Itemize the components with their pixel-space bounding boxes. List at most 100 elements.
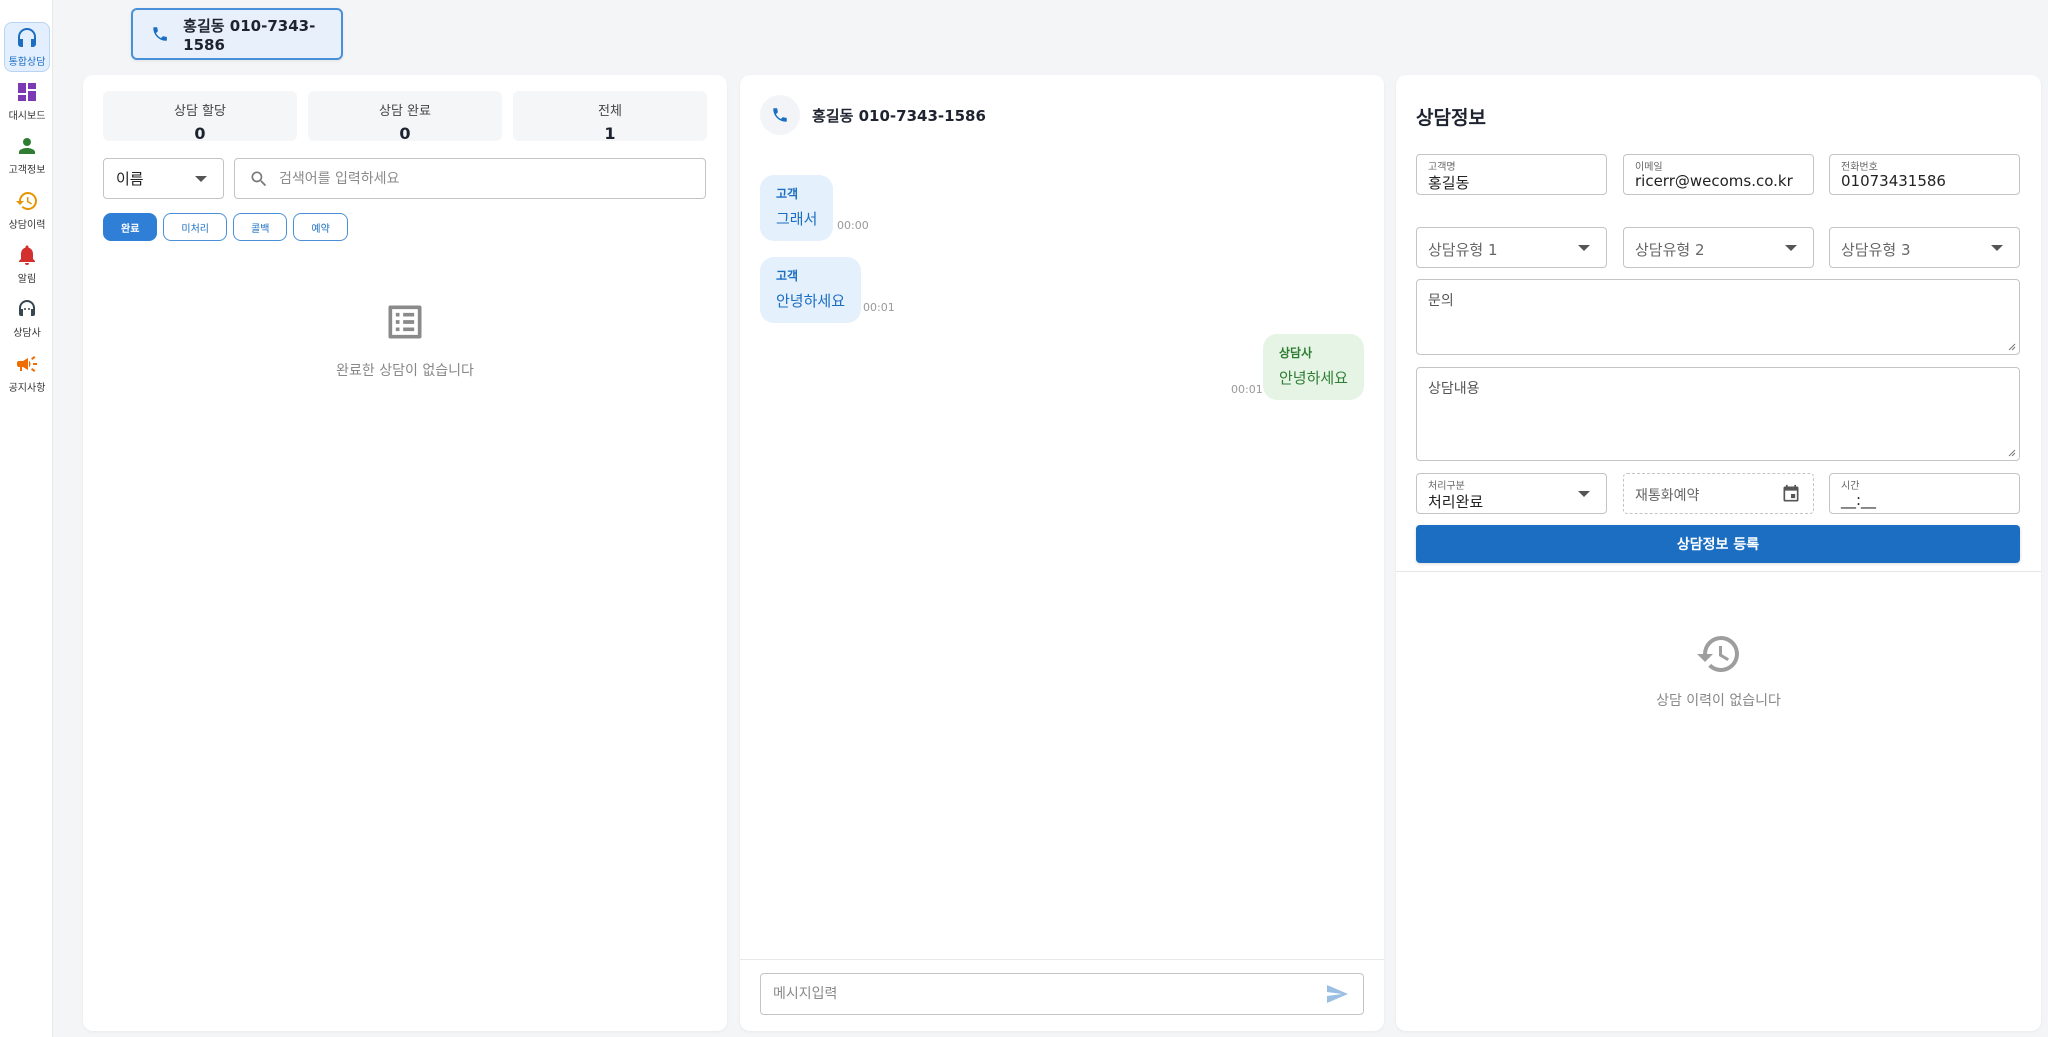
chevron-down-icon — [1785, 245, 1797, 251]
divider — [1396, 571, 2041, 572]
call-tab-label: 홍길동 010-7343-1586 — [183, 16, 316, 54]
history-icon — [1696, 636, 1739, 672]
panel-title: 상담정보 — [1416, 107, 1486, 129]
sidebar-item-consult-history[interactable]: 상담이력 — [4, 185, 50, 235]
message-text: 그래서 — [776, 210, 818, 228]
dashboard-icon — [18, 83, 36, 101]
empty-text: 완료한 상담이 없습니다 — [336, 363, 474, 379]
chat-message-incoming: 고객 그래서 — [760, 175, 834, 241]
textarea-placeholder: 문의 — [1428, 293, 1454, 309]
search-box[interactable] — [234, 158, 706, 199]
consult-type-3-select[interactable]: 상담유형 3 — [1829, 227, 2020, 268]
stat-total: 전체 1 — [513, 91, 707, 143]
headset-icon — [18, 28, 36, 47]
chevron-down-icon — [195, 176, 207, 182]
message-time: 00:01 — [1231, 383, 1263, 396]
email-field[interactable]: 이메일 ricerr@wecoms.co.kr — [1623, 154, 1814, 195]
consult-content-textarea[interactable]: 상담내용 — [1416, 367, 2020, 461]
chat-header: 홍길동 010-7343-1586 — [760, 95, 986, 135]
process-type-select[interactable]: 처리구분 처리완료 — [1416, 473, 1607, 514]
sidebar: 통합상담 대시보드 고객정보 상담이력 알림 상담사 공지사항 — [0, 0, 53, 1037]
search-field-select[interactable]: 이름 — [103, 158, 224, 199]
resize-handle-icon[interactable] — [2008, 343, 2016, 351]
filter-chip-callback[interactable]: 콜백 — [233, 213, 288, 241]
sidebar-item-label: 통합상담 — [8, 57, 46, 68]
active-call-tab[interactable]: 홍길동 010-7343-1586 — [131, 8, 343, 60]
chat-phone-badge — [760, 95, 800, 135]
chevron-down-icon — [1991, 245, 2003, 251]
filter-chip-unprocessed[interactable]: 미처리 — [163, 213, 228, 241]
consult-type-2-select[interactable]: 상담유형 2 — [1623, 227, 1814, 268]
phone-icon — [773, 108, 787, 122]
stat-value: 1 — [604, 124, 616, 143]
field-value: 처리완료 — [1428, 493, 1484, 511]
message-text: 안녕하세요 — [776, 292, 846, 310]
field-value: ricerr@wecoms.co.kr — [1635, 172, 1793, 190]
sidebar-item-integrated-consult[interactable]: 통합상담 — [4, 22, 50, 72]
sidebar-item-label: 상담사 — [13, 328, 41, 339]
stat-value: 0 — [194, 124, 206, 143]
customer-name-field[interactable]: 고객명 홍길동 — [1416, 154, 1607, 195]
stat-title: 상담 할당 — [174, 104, 226, 119]
filter-chip-reservation[interactable]: 예약 — [293, 213, 348, 241]
message-input-box[interactable] — [760, 973, 1364, 1015]
message-sender: 고객 — [776, 187, 799, 201]
field-label: 전화번호 — [1841, 162, 1878, 173]
time-field[interactable]: 시간 __:__ — [1829, 473, 2020, 514]
field-value: 홍길동 — [1428, 174, 1470, 192]
resize-handle-icon[interactable] — [2008, 449, 2016, 457]
sidebar-item-agents[interactable]: 상담사 — [4, 293, 50, 343]
sidebar-item-notices[interactable]: 공지사항 — [4, 348, 50, 398]
message-sender: 고객 — [776, 269, 799, 283]
select-placeholder: 상담유형 3 — [1841, 241, 1911, 259]
field-value: __:__ — [1841, 491, 1877, 509]
empty-text: 상담 이력이 없습니다 — [1656, 693, 1781, 709]
consult-list-panel: 상담 할당 0 상담 완료 0 전체 1 이름 완료 미처리 콜백 예약 완료한… — [83, 75, 727, 1031]
history-icon — [16, 192, 37, 210]
megaphone-icon — [17, 356, 37, 372]
calendar-icon[interactable] — [1781, 484, 1801, 504]
list-alt-icon — [388, 305, 422, 339]
textarea-placeholder: 상담내용 — [1428, 381, 1480, 397]
send-icon — [1327, 985, 1348, 1003]
filter-chip-completed[interactable]: 완료 — [103, 213, 158, 241]
consult-type-1-select[interactable]: 상담유형 1 — [1416, 227, 1607, 268]
submit-consult-info-button[interactable]: 상담정보 등록 — [1416, 525, 2020, 563]
sidebar-item-label: 상담이력 — [8, 220, 46, 231]
stat-title: 상담 완료 — [379, 104, 431, 119]
message-bubble: 고객 안녕하세요 — [760, 257, 862, 323]
empty-state: 완료한 상담이 없습니다 — [83, 300, 727, 380]
phone-field[interactable]: 전화번호 01073431586 — [1829, 154, 2020, 195]
chat-message-outgoing: 상담사 안녕하세요 — [1262, 334, 1364, 400]
sidebar-item-customer-info[interactable]: 고객정보 — [4, 130, 50, 180]
sidebar-item-label: 고객정보 — [8, 165, 46, 176]
stat-assigned: 상담 할당 0 — [103, 91, 297, 143]
sidebar-item-label: 공지사항 — [8, 383, 46, 394]
sidebar-item-dashboard[interactable]: 대시보드 — [4, 76, 50, 126]
send-button[interactable] — [1317, 974, 1357, 1014]
stat-title: 전체 — [598, 104, 622, 119]
field-label: 이메일 — [1635, 162, 1663, 173]
sidebar-item-label: 알림 — [17, 274, 37, 285]
stat-value: 0 — [399, 124, 411, 143]
search-field-value: 이름 — [116, 170, 144, 188]
bell-icon — [19, 245, 35, 265]
select-placeholder: 상담유형 2 — [1635, 241, 1705, 259]
chat-title: 홍길동 010-7343-1586 — [812, 106, 986, 125]
message-input[interactable] — [773, 986, 1317, 1002]
select-placeholder: 상담유형 1 — [1428, 241, 1498, 259]
sidebar-item-label: 대시보드 — [8, 111, 46, 122]
message-time: 00:01 — [863, 301, 895, 314]
inquiry-textarea[interactable]: 문의 — [1416, 279, 2020, 355]
message-sender: 상담사 — [1278, 346, 1313, 360]
field-label: 고객명 — [1428, 162, 1456, 173]
chevron-down-icon — [1578, 245, 1590, 251]
chevron-down-icon — [1578, 491, 1590, 497]
recall-date-picker[interactable]: 재통화예약 — [1623, 473, 1814, 514]
sidebar-item-alerts[interactable]: 알림 — [4, 239, 50, 289]
search-input[interactable] — [279, 170, 705, 187]
field-label: 시간 — [1841, 481, 1860, 492]
message-bubble: 상담사 안녕하세요 — [1262, 334, 1364, 400]
field-value: 01073431586 — [1841, 172, 1946, 190]
chat-footer — [740, 959, 1384, 1031]
